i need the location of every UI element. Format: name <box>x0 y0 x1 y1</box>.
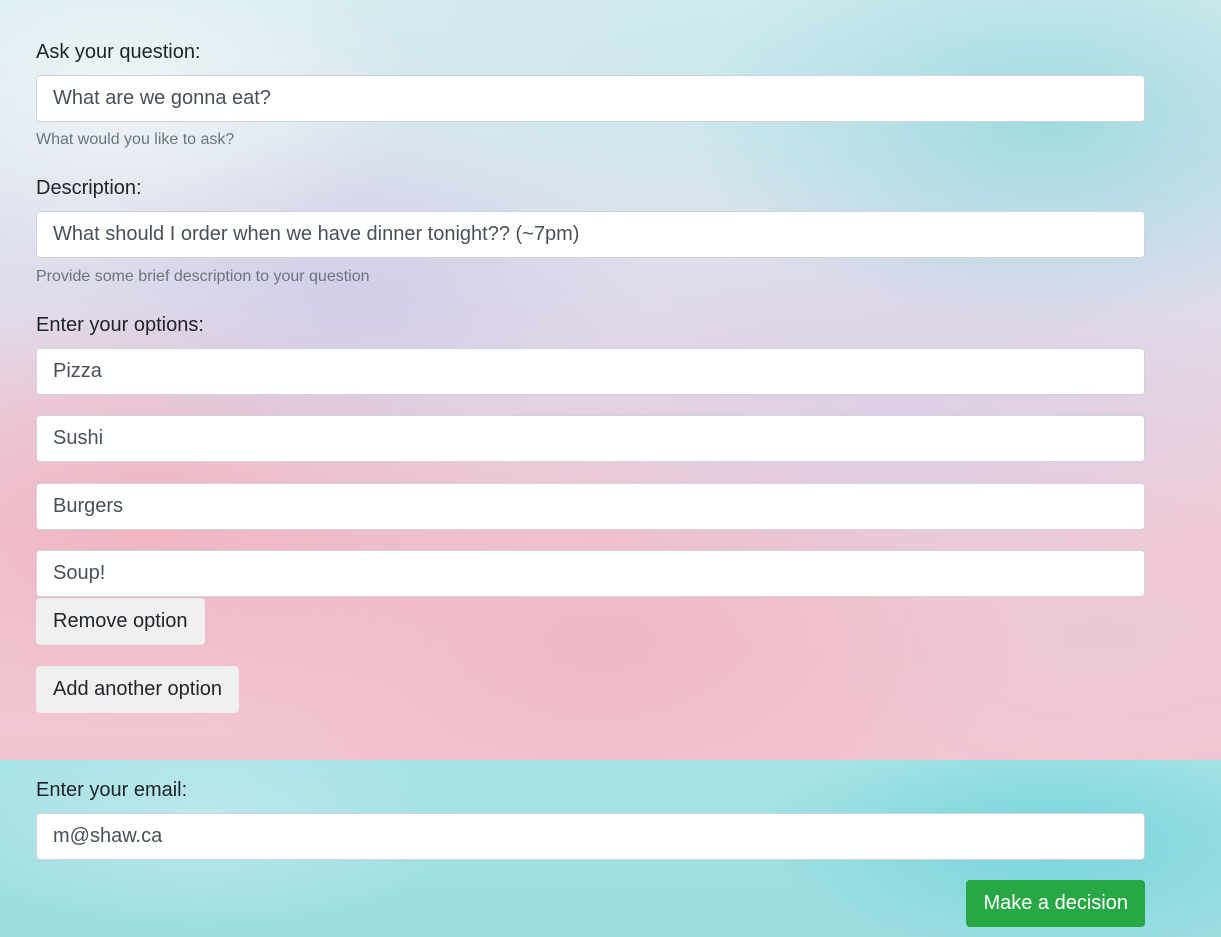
question-input[interactable] <box>36 75 1145 122</box>
description-label: Description: <box>36 177 142 199</box>
option-input-4[interactable] <box>36 550 1145 597</box>
description-input[interactable] <box>36 211 1145 258</box>
option-input-2[interactable] <box>36 415 1145 462</box>
make-decision-button[interactable]: Make a decision <box>966 880 1145 927</box>
description-help-text: Provide some brief description to your q… <box>36 268 370 285</box>
question-label: Ask your question: <box>36 41 201 63</box>
options-label: Enter your options: <box>36 314 204 336</box>
question-help-text: What would you like to ask? <box>36 131 235 148</box>
email-label: Enter your email: <box>36 779 188 801</box>
option-input-3[interactable] <box>36 483 1145 530</box>
email-input[interactable] <box>36 813 1145 860</box>
option-input-1[interactable] <box>36 348 1145 395</box>
add-option-button[interactable]: Add another option <box>36 666 240 713</box>
remove-option-button[interactable]: Remove option <box>36 598 205 645</box>
